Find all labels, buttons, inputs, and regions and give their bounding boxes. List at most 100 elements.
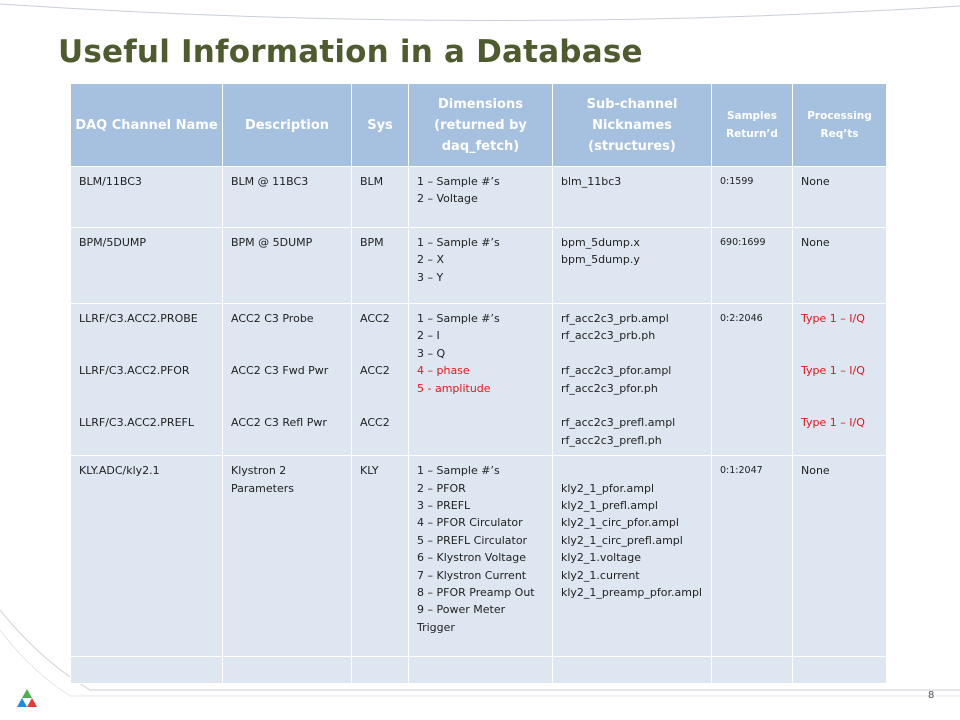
cell-sys: ACC2 ACC2 ACC2 — [351, 302, 409, 457]
dimension-line: 1 – Sample #’s — [417, 464, 500, 478]
cell-description: BPM @ 5DUMP — [222, 227, 352, 304]
cell-samples: 0:1599 — [711, 166, 793, 228]
nickname-line: kly2_1_circ_prefl.ampl — [561, 533, 683, 547]
processing-line: Type 1 – I/Q — [801, 364, 865, 378]
cell-processing: Type 1 – I/Q Type 1 – I/Q Type 1 – I/Q — [792, 302, 887, 457]
empty-cell — [351, 656, 409, 685]
nickname-line: kly2_1.current — [561, 568, 640, 582]
nickname-line: kly2_1_pfor.ampl — [561, 481, 655, 495]
cell-description: BLM @ 11BC3 — [222, 166, 352, 228]
cell-nicknames: kly2_1_pfor.ampl kly2_1_prefl.ampl kly2_… — [552, 455, 712, 658]
nickname-line: rf_acc2c3_pfor.ph — [561, 381, 658, 395]
dimension-line: 6 – Klystron Voltage — [417, 551, 527, 565]
header-sub-channel-nicknames: Sub-channel Nicknames (structures) — [552, 83, 712, 167]
nickname-line: bpm_5dump.x — [561, 236, 640, 249]
dimension-line: 1 – Sample #’s — [417, 236, 500, 249]
empty-cell — [70, 656, 223, 685]
empty-cell — [792, 656, 887, 685]
sys-line: ACC2 — [360, 364, 390, 378]
page-number: 8 — [928, 690, 935, 701]
table-row-kly: KLY.ADC/kly2.1 Klystron 2 Parameters KLY… — [70, 455, 887, 658]
table-row-blm: BLM/11BC3 BLM @ 11BC3 BLM 1 – Sample #’s… — [70, 166, 887, 228]
nickname-line: bpm_5dump.y — [561, 253, 640, 267]
cell-processing: None — [792, 455, 887, 658]
header-processing-reqts: Processing Req’ts — [792, 83, 887, 167]
cell-sys: BPM — [351, 227, 409, 304]
nickname-line: blm_11bc3 — [561, 175, 622, 188]
dimension-line: 2 – X — [417, 253, 445, 267]
table-header-row: DAQ Channel Name Description Sys Dimensi… — [70, 83, 887, 167]
empty-cell — [408, 656, 553, 685]
table-row-llrf: LLRF/C3.ACC2.PROBE LLRF/C3.ACC2.PFOR LLR… — [70, 302, 887, 457]
cell-processing: None — [792, 166, 887, 228]
dimension-line: 7 – Klystron Current — [417, 568, 527, 582]
table-row-empty — [70, 656, 887, 685]
dimension-line-highlighted: 5 - amplitude — [417, 381, 491, 395]
daq-channel-table: DAQ Channel Name Description Sys Dimensi… — [70, 83, 887, 685]
cell-dimensions: 1 – Sample #’s 2 – Voltage — [408, 166, 553, 228]
dimension-line: 1 – Sample #’s — [417, 175, 500, 188]
dimension-line: 3 – PREFL — [417, 499, 471, 513]
dimension-line: 3 – Q — [417, 346, 446, 360]
cell-samples: 0:2:2046 — [711, 302, 793, 457]
nickname-line: rf_acc2c3_prb.ph — [561, 329, 656, 343]
cell-nicknames: rf_acc2c3_prb.ampl rf_acc2c3_prb.ph rf_a… — [552, 302, 712, 457]
dimension-line: 5 – PREFL Circulator — [417, 533, 528, 547]
description-line: ACC2 C3 Probe — [231, 312, 314, 325]
header-dimensions: Dimensions (returned by daq_fetch) — [408, 83, 553, 167]
cell-dimensions: 1 – Sample #’s 2 – PFOR 3 – PREFL 4 – PF… — [408, 455, 553, 658]
processing-line: Type 1 – I/Q — [801, 312, 865, 325]
dimension-line: 4 – PFOR Circulator — [417, 516, 523, 530]
cell-nicknames: bpm_5dump.x bpm_5dump.y — [552, 227, 712, 304]
empty-cell — [222, 656, 352, 685]
dimension-line: 2 – Voltage — [417, 192, 478, 206]
nickname-line: kly2_1.voltage — [561, 551, 642, 565]
nickname-line: kly2_1_circ_pfor.ampl — [561, 516, 679, 530]
empty-cell — [552, 656, 712, 685]
channel-line: LLRF/C3.ACC2.PFOR — [79, 364, 190, 378]
argonne-logo-icon — [17, 689, 37, 707]
cell-processing: None — [792, 227, 887, 304]
dimension-line: 9 – Power Meter Trigger — [417, 603, 506, 634]
cell-sys: KLY — [351, 455, 409, 658]
description-line: ACC2 C3 Refl Pwr — [231, 416, 327, 430]
cell-channel: KLY.ADC/kly2.1 — [70, 455, 223, 658]
header-description: Description — [222, 83, 352, 167]
cell-sys: BLM — [351, 166, 409, 228]
slide-title: Useful Information in a Database — [58, 34, 643, 70]
cell-dimensions: 1 – Sample #’s 2 – X 3 – Y — [408, 227, 553, 304]
header-daq-channel-name: DAQ Channel Name — [70, 83, 223, 167]
nickname-line: kly2_1_prefl.ampl — [561, 499, 658, 513]
empty-cell — [711, 656, 793, 685]
dimension-line: 8 – PFOR Preamp Out — [417, 586, 535, 600]
header-samples-returned: Samples Return’d — [711, 83, 793, 167]
dimension-line: 2 – PFOR — [417, 481, 466, 495]
cell-description: Klystron 2 Parameters — [222, 455, 352, 658]
nickname-line: rf_acc2c3_prb.ampl — [561, 312, 669, 325]
channel-line: LLRF/C3.ACC2.PREFL — [79, 416, 194, 430]
table-row-bpm: BPM/5DUMP BPM @ 5DUMP BPM 1 – Sample #’s… — [70, 227, 887, 304]
cell-nicknames: blm_11bc3 — [552, 166, 712, 228]
description-line: ACC2 C3 Fwd Pwr — [231, 364, 329, 378]
header-sys: Sys — [351, 83, 409, 167]
dimension-line-highlighted: 4 – phase — [417, 364, 470, 378]
nickname-line: rf_acc2c3_prefl.ampl — [561, 416, 676, 430]
nickname-line: rf_acc2c3_prefl.ph — [561, 433, 662, 447]
cell-description: ACC2 C3 Probe ACC2 C3 Fwd Pwr ACC2 C3 Re… — [222, 302, 352, 457]
cell-channel: BPM/5DUMP — [70, 227, 223, 304]
nickname-line: rf_acc2c3_pfor.ampl — [561, 364, 672, 378]
processing-line: Type 1 – I/Q — [801, 416, 865, 430]
sys-line: ACC2 — [360, 312, 390, 325]
channel-line: LLRF/C3.ACC2.PROBE — [79, 312, 198, 325]
dimension-line: 1 – Sample #’s — [417, 312, 500, 325]
cell-samples: 690:1699 — [711, 227, 793, 304]
dimension-line: 3 – Y — [417, 270, 444, 284]
cell-channel: LLRF/C3.ACC2.PROBE LLRF/C3.ACC2.PFOR LLR… — [70, 302, 223, 457]
dimension-line: 2 – I — [417, 329, 440, 343]
cell-dimensions: 1 – Sample #’s 2 – I 3 – Q 4 – phase 5 -… — [408, 302, 553, 457]
cell-channel: BLM/11BC3 — [70, 166, 223, 228]
cell-samples: 0:1:2047 — [711, 455, 793, 658]
nickname-line: kly2_1_preamp_pfor.ampl — [561, 586, 702, 600]
sys-line: ACC2 — [360, 416, 390, 430]
description-text: Klystron 2 Parameters — [231, 464, 294, 495]
